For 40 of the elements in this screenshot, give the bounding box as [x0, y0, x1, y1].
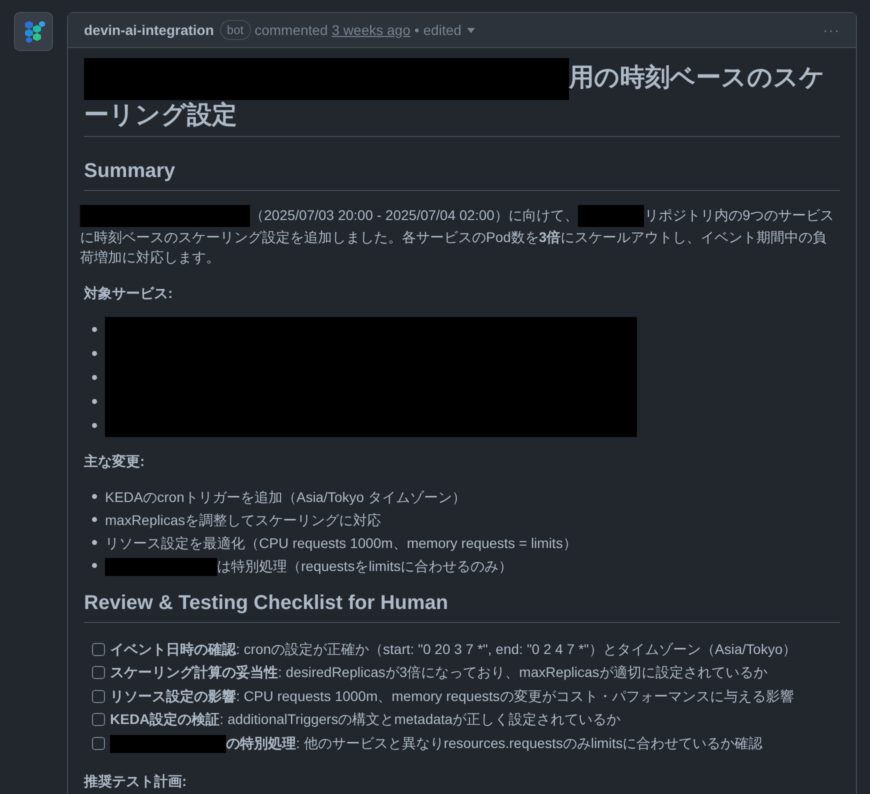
author-link[interactable]: devin-ai-integration — [84, 20, 214, 40]
more-options-button[interactable]: ··· — [823, 20, 840, 40]
edited-dropdown[interactable]: edited — [423, 20, 476, 40]
separator-dot: • — [414, 20, 420, 40]
bullet-icon — [92, 350, 97, 356]
checklist-item-text: リソース設定の影響: CPU requests 1000m、memory requestsの変更がコスト・パフォーマンスに与える影響 — [110, 686, 794, 706]
checklist-item-text: イベント日時の確認: cronの設定が正確か（start: "0 20 3 7 *", end: "0 2 4 7 *"）とタイムゾーン（Asia/Tokyo） — [110, 640, 797, 659]
checkbox[interactable] — [92, 666, 105, 680]
caret-icon — [467, 28, 476, 32]
bullet-icon — [92, 540, 97, 546]
bullet-icon — [92, 326, 97, 332]
summary-paragraph: （2025/07/03 20:00 - 2025/07/04 02:00）に向けて、 リポジトリ内の9つのサービスに時刻ベースのスケーリング設定を追加しました。各サービスのPod数を3倍にスケールアウトし、イベント期間中の負荷増加に対応します。 — [80, 205, 836, 268]
timestamp-link[interactable]: 3 weeks ago — [332, 20, 410, 40]
bullet-icon — [92, 374, 97, 380]
checklist-item-text: KEDA設定の検証: additionalTriggersの構文とmetadataが正しく設定されているか — [110, 710, 621, 730]
checkbox[interactable] — [92, 713, 105, 726]
bullet-icon — [92, 422, 97, 428]
checkbox[interactable] — [92, 690, 105, 703]
bot-avatar[interactable] — [14, 12, 53, 51]
bullet-icon — [92, 517, 97, 522]
checkbox[interactable] — [92, 642, 105, 656]
redaction-bar — [578, 205, 644, 228]
list-item-text: maxReplicasを調整してスケーリングに対応 — [105, 510, 382, 530]
checklist-item-text: の特別処理: 他のサービスと異なりresources.requestsのみlimitsに合わせているか確認 — [110, 732, 763, 754]
list-item-text: KEDAのcronトリガーを追加（Asia/Tokyo タイムゾーン） — [105, 488, 466, 507]
comment-action: commented — [254, 20, 328, 40]
bullet-icon — [92, 494, 97, 500]
pull-request-title: 用の時刻ベースのスケーリング設定 — [84, 58, 840, 137]
section-heading: Review & Testing Checklist for Human — [84, 591, 840, 624]
section-label: 対象サービス: — [84, 284, 174, 304]
bullet-icon — [92, 563, 97, 568]
section-label: 推奨テスト計画: — [84, 772, 188, 791]
section-label: 主な変更: — [84, 452, 146, 472]
section-heading: Summary — [84, 159, 840, 191]
bullet-icon — [92, 398, 97, 404]
bot-badge: bot — [220, 20, 251, 40]
checklist-item-text: スケーリング計算の妥当性: desiredReplicasが3倍になっており、maxReplicasが適切に設定されているか — [110, 663, 768, 682]
checkbox[interactable] — [92, 736, 105, 750]
list-item-text: リソース設定を最適化（CPU requests 1000m、memory requests = limits） — [105, 534, 577, 553]
list-item-text: は特別処理（requestsをlimitsに合わせるのみ） — [105, 556, 513, 576]
